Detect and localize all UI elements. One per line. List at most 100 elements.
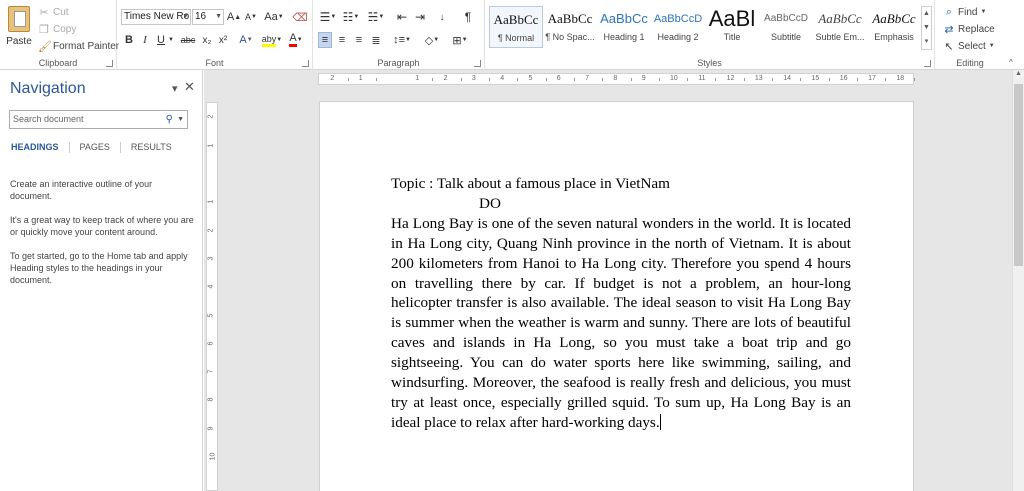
ruler-tick-label: 4: [500, 75, 505, 82]
author-line[interactable]: DO: [391, 194, 851, 214]
paste-label: Paste: [6, 36, 32, 47]
numbered-list-icon: ☷: [342, 10, 354, 24]
highlight-button[interactable]: aby ▼: [261, 32, 283, 48]
search-icon[interactable]: ⚲: [166, 111, 173, 128]
search-document-input[interactable]: Search document ⚲ ▼: [9, 110, 188, 129]
paragraph-launcher[interactable]: [474, 60, 481, 67]
font-color-button[interactable]: A ▼: [285, 32, 307, 48]
ruler-tick-label: 1: [358, 75, 363, 82]
vertical-ruler[interactable]: 2 1 1 2 3 4 5 6 7 8 9 10: [206, 102, 218, 491]
borders-button[interactable]: ⊞ ▼: [449, 32, 471, 48]
line-spacing-icon: ↕≡: [393, 34, 405, 46]
ruler-tick-label: 6: [207, 341, 215, 346]
align-center-button[interactable]: ≡: [335, 32, 349, 48]
strikethrough-button[interactable]: abc: [179, 32, 197, 48]
pane-options-icon[interactable]: ▾: [172, 82, 178, 95]
clear-formatting-button[interactable]: ⌫: [292, 9, 308, 25]
copy-button[interactable]: ❐ Copy: [38, 21, 76, 37]
justify-button[interactable]: ≣: [369, 32, 383, 48]
tab-results[interactable]: RESULTS: [131, 142, 172, 153]
align-left-button[interactable]: ≡: [318, 32, 332, 48]
decrease-indent-button[interactable]: ⇤: [395, 9, 409, 25]
grow-font-button[interactable]: A ▲: [227, 9, 241, 25]
sort-button[interactable]: ↓: [435, 9, 449, 25]
ruler-tick-mark: [800, 78, 802, 81]
styles-launcher[interactable]: [924, 60, 931, 67]
format-painter-label: Format Painter: [53, 40, 120, 52]
ruler-tick-label: 5: [207, 313, 215, 317]
shading-button[interactable]: ◇ ▼: [421, 32, 443, 48]
ruler-tick-label: 15: [811, 75, 820, 82]
chevron-down-icon: ▼: [980, 9, 987, 15]
horizontal-ruler[interactable]: 2 1 1 2 3 4 5 6 7 8 9 10 11 12 13 14 15 16 17 18: [318, 73, 915, 85]
style-heading-2[interactable]: AaBbCcD Heading 2: [651, 6, 705, 48]
ruler-tick-label: 3: [207, 256, 215, 261]
body-paragraph[interactable]: Ha Long Bay is one of the seven natural …: [391, 214, 851, 433]
underline-dropdown[interactable]: ▼: [167, 32, 175, 48]
increase-indent-button[interactable]: ⇥: [413, 9, 427, 25]
cut-button[interactable]: ✂ Cut: [38, 4, 68, 20]
paste-button[interactable]: Paste: [4, 4, 34, 56]
show-hide-button[interactable]: ¶: [461, 9, 475, 25]
indent-icon: ⇥: [414, 10, 426, 24]
superscript-button[interactable]: x²: [216, 32, 230, 48]
search-icon: ⌕: [945, 5, 953, 18]
italic-button[interactable]: I: [139, 32, 151, 48]
style-normal[interactable]: AaBbCc ¶ Normal: [489, 6, 543, 48]
ruler-tick-label: 2: [207, 114, 215, 119]
vertical-scrollbar[interactable]: ▲: [1012, 70, 1024, 491]
shrink-font-button[interactable]: A ▼: [244, 9, 258, 25]
underline-button[interactable]: U: [155, 32, 167, 48]
ruler-tick-label: 11: [698, 75, 706, 82]
numbering-button[interactable]: ☷ ▼: [341, 9, 361, 25]
style-emphasis[interactable]: AaBbCc Emphasis: [867, 6, 921, 48]
ruler-tick-mark: [715, 78, 717, 81]
line-spacing-button[interactable]: ↕≡ ▼: [391, 32, 413, 48]
close-icon[interactable]: ✕: [184, 79, 195, 95]
style-preview: AaBbCcD: [764, 13, 808, 24]
clipboard-launcher[interactable]: [106, 60, 113, 67]
select-button[interactable]: ↖ Select ▼: [943, 38, 994, 54]
font-launcher[interactable]: [302, 60, 309, 67]
text-effects-label: A: [239, 34, 247, 46]
chevron-down-icon: ▼: [182, 13, 189, 20]
change-case-button[interactable]: Aa ▼: [263, 9, 285, 25]
style-subtle-emphasis[interactable]: AaBbCc Subtle Em...: [813, 6, 867, 48]
scrollbar-thumb[interactable]: [1014, 84, 1023, 266]
style-no-spacing[interactable]: AaBbCc ¶ No Spac...: [543, 6, 597, 48]
replace-icon: ⇄: [944, 23, 954, 36]
scroll-up-icon[interactable]: ▲: [1013, 70, 1024, 82]
multilevel-list-button[interactable]: ☵ ▼: [365, 9, 387, 25]
ruler-tick-label: 12: [726, 75, 735, 82]
style-name: ¶ No Spac...: [545, 32, 595, 42]
ruler-tick-mark: [630, 78, 632, 81]
style-heading-1[interactable]: AaBbCc Heading 1: [597, 6, 651, 48]
bullets-button[interactable]: ☰ ▼: [318, 9, 338, 25]
bold-label: B: [125, 34, 133, 46]
style-title[interactable]: AaBl Title: [705, 6, 759, 48]
select-label: Select: [958, 40, 986, 52]
style-subtitle[interactable]: AaBbCcD Subtitle: [759, 6, 813, 48]
tab-pages[interactable]: PAGES: [80, 142, 110, 153]
chevron-down-icon[interactable]: ▼: [177, 111, 184, 128]
styles-gallery-scroll[interactable]: ▲ ▼ ▾: [921, 6, 932, 50]
font-size-combo[interactable]: 16 ▼: [192, 9, 224, 25]
ruler-tick-mark: [545, 78, 547, 81]
collapse-ribbon-icon[interactable]: ^: [1009, 58, 1013, 67]
format-painter-button[interactable]: 🖌 Format Painter: [38, 38, 119, 54]
document-body[interactable]: Topic : Talk about a famous place in Vie…: [391, 174, 851, 433]
document-page[interactable]: Topic : Talk about a famous place in Vie…: [319, 101, 914, 491]
text-effects-button[interactable]: A ▼: [235, 32, 257, 48]
bold-button[interactable]: B: [123, 32, 135, 48]
grow-font-label: A: [226, 11, 235, 23]
find-button[interactable]: ⌕ Find ▼: [943, 4, 987, 20]
subscript-button[interactable]: x₂: [200, 32, 214, 48]
tab-headings[interactable]: HEADINGS: [11, 142, 59, 153]
ruler-tick-label: 17: [868, 75, 876, 82]
topic-line[interactable]: Topic : Talk about a famous place in Vie…: [391, 174, 851, 194]
font-name-combo[interactable]: Times New Ro ▼: [121, 9, 191, 25]
chevron-down-icon: ▼: [215, 13, 222, 20]
align-right-button[interactable]: ≡: [352, 32, 366, 48]
replace-button[interactable]: ⇄ Replace: [943, 21, 994, 37]
highlight-label: aby: [261, 34, 277, 47]
